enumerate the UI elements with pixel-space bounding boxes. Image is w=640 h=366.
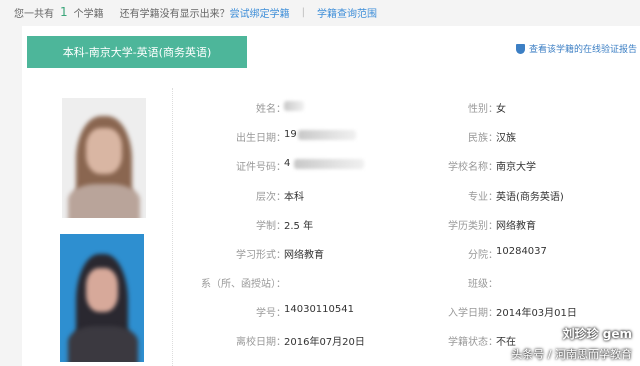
field-label-department: 系（所、函授站）： [201,279,286,290]
field-value-ethnicity: 汉族 [496,133,516,144]
field-value-student-id: 14030110541 [284,304,354,315]
redacted-birthdate [298,130,356,140]
query-scope-link[interactable]: 学籍查询范围 [317,5,377,20]
redacted-name [284,101,304,111]
field-label-study-mode: 学习形式： [236,250,286,261]
field-value-duration: 2.5 年 [284,221,314,232]
student-record-summary-bar: 您一共有 1 个学籍 还有学籍没有显示出来？ 尝试绑定学籍 | 学籍查询范围 [0,0,640,24]
field-value-gender: 女 [496,104,506,115]
graduation-photo [60,234,144,362]
verify-report-link[interactable]: 查看该学籍的在线验证报告 [516,42,637,55]
field-label-record-status: 学籍状态： [448,337,498,348]
field-label-education-type: 学历类别： [448,221,498,232]
watermark: 刘珍珍 gem 头条号 / 河南思而学教育 [511,325,632,362]
record-count: 1 [60,5,68,19]
divider [172,88,173,366]
student-record-card: 本科-南京大学-英语(商务英语) 查看该学籍的在线验证报告 姓名： 出生日期： … [22,26,640,366]
field-label-branch: 分院： [468,250,498,261]
field-label-school-name: 学校名称： [448,162,498,173]
watermark-author: 刘珍珍 gem [562,327,632,341]
field-label-enroll-date: 入学日期： [448,308,498,319]
field-value-level: 本科 [284,192,304,203]
watermark-source: 头条号 / 河南思而学教育 [511,348,632,361]
field-value-birthdate: 19 [284,129,297,140]
field-label-duration: 学制： [256,221,286,232]
field-label-level: 层次： [256,192,286,203]
field-label-class: 班级： [468,279,498,290]
field-value-education-type: 网络教育 [496,221,536,232]
field-label-gender: 性别： [468,104,498,115]
field-value-id-number: 4 [284,158,291,169]
shield-icon [516,43,525,54]
field-label-student-id: 学号： [256,308,286,319]
field-value-branch: 10284037 [496,246,547,257]
redacted-id-number [294,159,364,169]
field-value-school-name: 南京大学 [496,162,536,173]
admission-photo [62,98,146,218]
field-label-name: 姓名： [256,104,286,115]
field-label-ethnicity: 民族： [468,133,498,144]
field-label-id-number: 证件号码： [236,162,286,173]
missing-records-question: 还有学籍没有显示出来？ [119,8,230,20]
field-label-birthdate: 出生日期： [236,133,286,144]
summary-suffix: 个学籍 [73,8,104,20]
summary-prefix: 您一共有 [14,8,54,20]
separator: | [301,6,306,18]
field-label-major: 专业： [468,192,498,203]
field-value-leave-date: 2016年07月20日 [284,337,365,348]
field-value-major: 英语(商务英语) [496,192,564,203]
field-value-enroll-date: 2014年03月01日 [496,308,577,319]
bind-record-link[interactable]: 尝试绑定学籍 [230,5,290,20]
field-value-study-mode: 网络教育 [284,250,324,261]
verify-report-label: 查看该学籍的在线验证报告 [529,45,638,55]
field-label-leave-date: 离校日期： [236,337,286,348]
tab-record[interactable]: 本科-南京大学-英语(商务英语) [27,36,247,68]
